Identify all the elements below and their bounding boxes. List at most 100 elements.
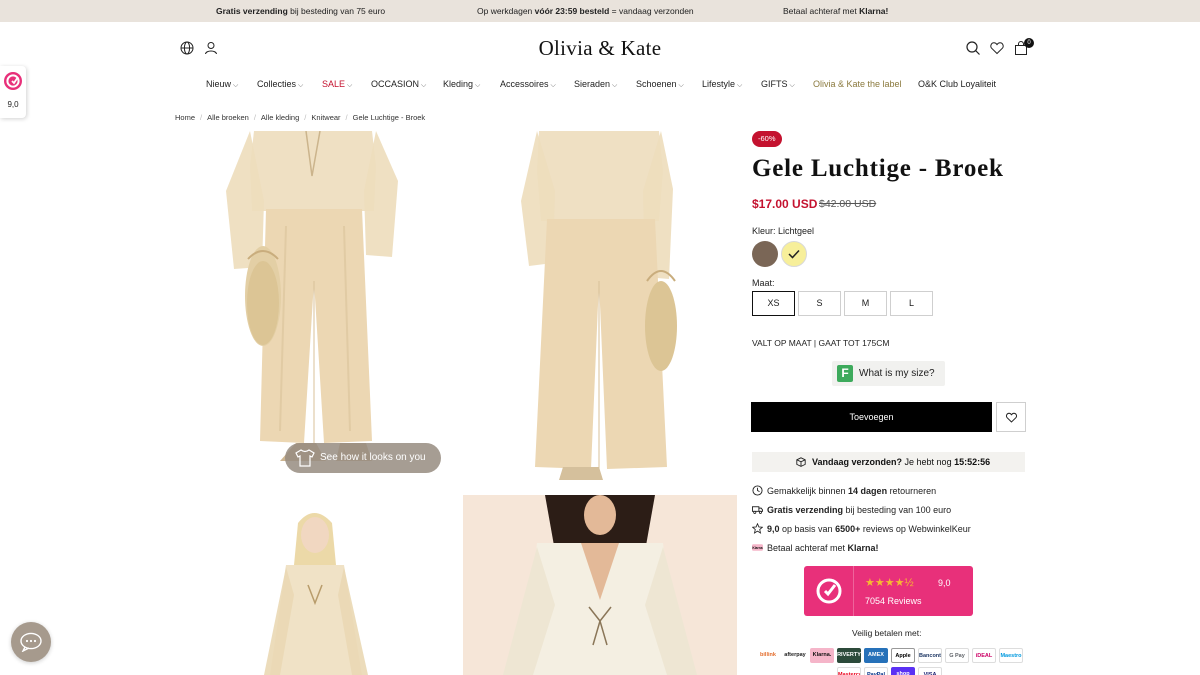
announcement-bar: Gratis verzending bij besteding van 75 e… [0, 0, 1200, 22]
shipping-question: Vandaag verzonden? [812, 457, 903, 467]
size-option-s[interactable]: S [798, 291, 841, 316]
payment-bancontact-icon: Bancontact [918, 648, 942, 663]
breadcrumb-current: Gele Luchtige - Broek [352, 113, 426, 122]
payment-riverty-icon: RIVERTY [837, 648, 861, 663]
nav-item-occasion[interactable]: OCCASION ⌵ [371, 79, 426, 90]
chevron-down-icon: ⌵ [550, 82, 556, 89]
virtual-tryon-button[interactable]: See how it looks on you [285, 443, 441, 473]
nav-item-sieraden[interactable]: Sieraden ⌵ [574, 79, 617, 90]
color-label: Kleur: Lichtgeel [752, 226, 815, 236]
svg-text:Klarna: Klarna [752, 546, 762, 550]
webwinkelkeur-logo-icon [4, 72, 22, 90]
product-photo-back[interactable] [463, 131, 737, 480]
usp-klarna: Klarna Betaal achteraf met Klarna! [752, 543, 879, 553]
webwinkelkeur-rating-widget[interactable]: ★★★★½ 9,0 7054 Reviews [804, 566, 973, 616]
size-option-l[interactable]: L [890, 291, 933, 316]
chevron-down-icon: ⌵ [298, 82, 304, 89]
tshirt-icon [295, 449, 315, 467]
nav-item-schoenen[interactable]: Schoenen ⌵ [636, 79, 684, 90]
virtual-tryon-label: See how it looks on you [320, 452, 426, 463]
chat-button[interactable] [11, 622, 51, 662]
nav-item-kleding[interactable]: Kleding ⌵ [443, 79, 480, 90]
size-advisor-logo-icon: F [837, 365, 853, 382]
account-icon[interactable] [203, 40, 219, 56]
breadcrumb-separator: / [304, 113, 307, 122]
shipping-timer: 15:52:56 [954, 457, 991, 467]
sale-price: $17.00 USD [752, 197, 818, 211]
shipping-text: Je hebt nog [902, 457, 955, 467]
chevron-down-icon: ⌵ [347, 82, 353, 89]
product-photo-model-3[interactable] [176, 495, 452, 675]
nav-item-nieuw[interactable]: Nieuw ⌵ [206, 79, 238, 90]
search-icon[interactable] [965, 40, 981, 56]
breadcrumb-separator: / [253, 113, 256, 122]
rating-widget-logo [804, 566, 854, 616]
breadcrumb-alle-kleding[interactable]: Alle kleding [261, 113, 299, 122]
breadcrumb-separator: / [200, 113, 203, 122]
size-advisor-label: What is my size? [859, 368, 935, 379]
breadcrumb-home[interactable]: Home [175, 113, 195, 122]
side-widget-score: 9,0 [7, 100, 19, 109]
chevron-down-icon: ⌵ [612, 82, 618, 89]
chevron-down-icon: ⌵ [233, 82, 239, 89]
breadcrumb-alle-broeken[interactable]: Alle broeken [207, 113, 249, 122]
breadcrumb-separator: / [345, 113, 348, 122]
product-photo-front[interactable] [176, 131, 452, 480]
payment-mastercard-icon: Mastercard [837, 667, 861, 675]
heart-icon [1006, 412, 1017, 423]
payment-methods-label: Veilig betalen met: [852, 628, 922, 638]
nav-item-gifts[interactable]: GIFTS ⌵ [761, 79, 795, 90]
chevron-down-icon: ⌵ [789, 82, 795, 89]
chevron-down-icon: ⌵ [475, 82, 481, 89]
usp-rating: 9,0 op basis van 6500+ reviews op Webwin… [752, 523, 971, 534]
rating-stars-icon: ★★★★½ [865, 577, 914, 589]
announcement-free-shipping: Gratis verzending bij besteding van 75 e… [216, 6, 386, 16]
payment-visa-icon: VISA [918, 667, 942, 675]
payment-afterpay-icon: afterpay [783, 648, 807, 663]
payment-maestro-icon: Maestro [999, 648, 1023, 663]
cart-count-badge: 0 [1024, 38, 1034, 48]
payment-amex-icon: AMEX [864, 648, 888, 663]
breadcrumb-knitwear[interactable]: Knitwear [311, 113, 340, 122]
star-icon [752, 523, 763, 534]
main-nav: Nieuw ⌵ Collecties ⌵ SALE ⌵ OCCASION ⌵ Kledi… [0, 79, 1200, 93]
payment-applepay-icon: Apple Pay [891, 648, 915, 663]
announcement-same-day: Op werkdagen vóór 23:59 besteld = vandaa… [477, 6, 694, 16]
nav-item-loyalty[interactable]: O&K Club Loyaliteit [918, 79, 996, 89]
clock-icon [752, 485, 763, 496]
size-option-m[interactable]: M [844, 291, 887, 316]
globe-icon[interactable] [179, 40, 195, 56]
swatch-brown[interactable] [752, 241, 778, 267]
discount-badge: -60% [752, 131, 782, 147]
payment-billink-icon: billink [760, 652, 776, 658]
size-option-xs[interactable]: XS [752, 291, 795, 316]
add-to-cart-button[interactable]: Toevoegen [751, 402, 992, 432]
nav-item-accessoires[interactable]: Accessoires ⌵ [500, 79, 556, 90]
shipping-countdown: Vandaag verzonden? Je hebt nog 15:52:56 [752, 452, 1025, 472]
payment-shoppay-icon: shop [891, 667, 915, 675]
size-advisor-button[interactable]: F What is my size? [832, 361, 945, 386]
rating-count: 7054 Reviews [865, 596, 922, 606]
chevron-down-icon: ⌵ [421, 82, 427, 89]
payment-paypal-icon: PayPal [864, 667, 888, 675]
chat-bubble-icon [20, 632, 42, 652]
original-price: $42.00 USD [819, 198, 877, 210]
package-icon [796, 457, 806, 467]
swatch-light-yellow[interactable] [781, 241, 807, 267]
add-to-wishlist-button[interactable] [996, 402, 1026, 432]
truck-icon [752, 506, 763, 514]
payment-googlepay-icon: G Pay [945, 648, 969, 663]
chevron-down-icon: ⌵ [737, 82, 743, 89]
chevron-down-icon: ⌵ [678, 82, 684, 89]
breadcrumb: Home / Alle broeken / Alle kleding / Knitwear /… [175, 113, 430, 122]
announcement-klarna: Betaal achteraf met Klarna! [783, 6, 889, 16]
nav-item-lifestyle[interactable]: Lifestyle ⌵ [702, 79, 742, 90]
usp-free-shipping: Gratis verzending bij besteding van 100 … [752, 504, 951, 515]
nav-item-collecties[interactable]: Collecties ⌵ [257, 79, 303, 90]
heart-icon[interactable] [989, 40, 1005, 56]
product-photo-model-4[interactable] [463, 495, 737, 675]
side-review-widget[interactable]: 9,0 [0, 66, 26, 118]
nav-item-sale[interactable]: SALE ⌵ [322, 79, 352, 90]
nav-item-the-label[interactable]: Olivia & Kate the label [813, 79, 902, 89]
rating-score: 9,0 [938, 578, 951, 588]
